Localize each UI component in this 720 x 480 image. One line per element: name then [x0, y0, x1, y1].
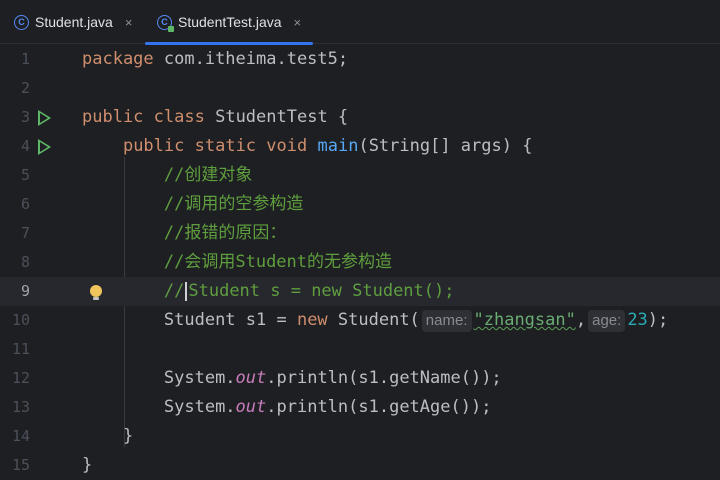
- code-text: //会调用Student的无参构造: [163, 252, 393, 272]
- line-number: 2: [20, 79, 30, 97]
- close-icon[interactable]: ×: [294, 15, 302, 30]
- tab-label: Student.java: [35, 14, 113, 30]
- parameter-hint: age:: [588, 310, 626, 332]
- code-line[interactable]: 6 //调用的空参构造: [0, 190, 720, 219]
- code-text: }: [122, 426, 134, 446]
- code-text: }: [82, 455, 93, 475]
- code-text: //创建对象: [163, 165, 253, 185]
- line-number: 14: [11, 427, 30, 445]
- code-line[interactable]: 2: [0, 74, 720, 103]
- code-line[interactable]: 15 }: [0, 451, 720, 480]
- code-line-current[interactable]: 9 //Student s = new Student();: [0, 277, 720, 306]
- code-text: Student s1 = new Student(name: "zhangsan"…: [163, 310, 669, 332]
- code-text: //调用的空参构造: [163, 194, 304, 214]
- code-line[interactable]: 4 public static void main(String[] args)…: [0, 132, 720, 161]
- java-test-class-icon: C: [157, 14, 174, 32]
- parameter-hint: name:: [421, 310, 472, 332]
- line-number: 3: [20, 108, 30, 126]
- code-text: public class StudentTest {: [82, 107, 349, 127]
- code-text: public static void main(String[] args) {: [122, 136, 533, 156]
- code-line[interactable]: 13 System.out.println(s1.getAge());: [0, 393, 720, 422]
- code-text: package com.itheima.test5;: [82, 49, 349, 69]
- tab-student-java[interactable]: C Student.java ×: [14, 0, 132, 44]
- code-line[interactable]: 11: [0, 335, 720, 364]
- java-class-icon: C: [14, 14, 29, 30]
- line-number: 15: [11, 456, 30, 474]
- code-line[interactable]: 7 //报错的原因：: [0, 219, 720, 248]
- tab-studenttest-java[interactable]: C StudentTest.java ×: [145, 0, 314, 45]
- run-icon[interactable]: [38, 110, 51, 126]
- line-number: 12: [11, 369, 30, 387]
- code-line[interactable]: 5 //创建对象: [0, 161, 720, 190]
- line-number: 13: [11, 398, 30, 416]
- line-number: 7: [20, 224, 30, 242]
- code-line[interactable]: 10 Student s1 = new Student(name: "zhangs…: [0, 306, 720, 335]
- code-editor[interactable]: 1 package com.itheima.test5; 2 3 public …: [0, 45, 720, 478]
- editor-tab-bar: C Student.java × C StudentTest.java ×: [0, 0, 720, 45]
- line-number: 9: [20, 282, 30, 300]
- code-line[interactable]: 12 System.out.println(s1.getName());: [0, 364, 720, 393]
- line-number: 1: [20, 50, 30, 68]
- code-text: //报错的原因：: [163, 223, 287, 243]
- tab-label: StudentTest.java: [178, 14, 282, 30]
- code-line[interactable]: 8 //会调用Student的无参构造: [0, 248, 720, 277]
- line-number: 6: [20, 195, 30, 213]
- line-number: 10: [11, 311, 30, 329]
- code-line[interactable]: 1 package com.itheima.test5;: [0, 45, 720, 74]
- code-line[interactable]: 3 public class StudentTest {: [0, 103, 720, 132]
- code-text: //Student s = new Student();: [163, 281, 455, 301]
- code-text: System.out.println(s1.getAge());: [163, 397, 492, 417]
- code-line[interactable]: 14 }: [0, 422, 720, 451]
- line-number: 4: [20, 137, 30, 155]
- code-text: System.out.println(s1.getName());: [163, 368, 502, 388]
- close-icon[interactable]: ×: [125, 15, 133, 30]
- line-number: 11: [11, 340, 30, 358]
- line-number: 8: [20, 253, 30, 271]
- run-icon[interactable]: [38, 139, 51, 155]
- line-number: 5: [20, 166, 30, 184]
